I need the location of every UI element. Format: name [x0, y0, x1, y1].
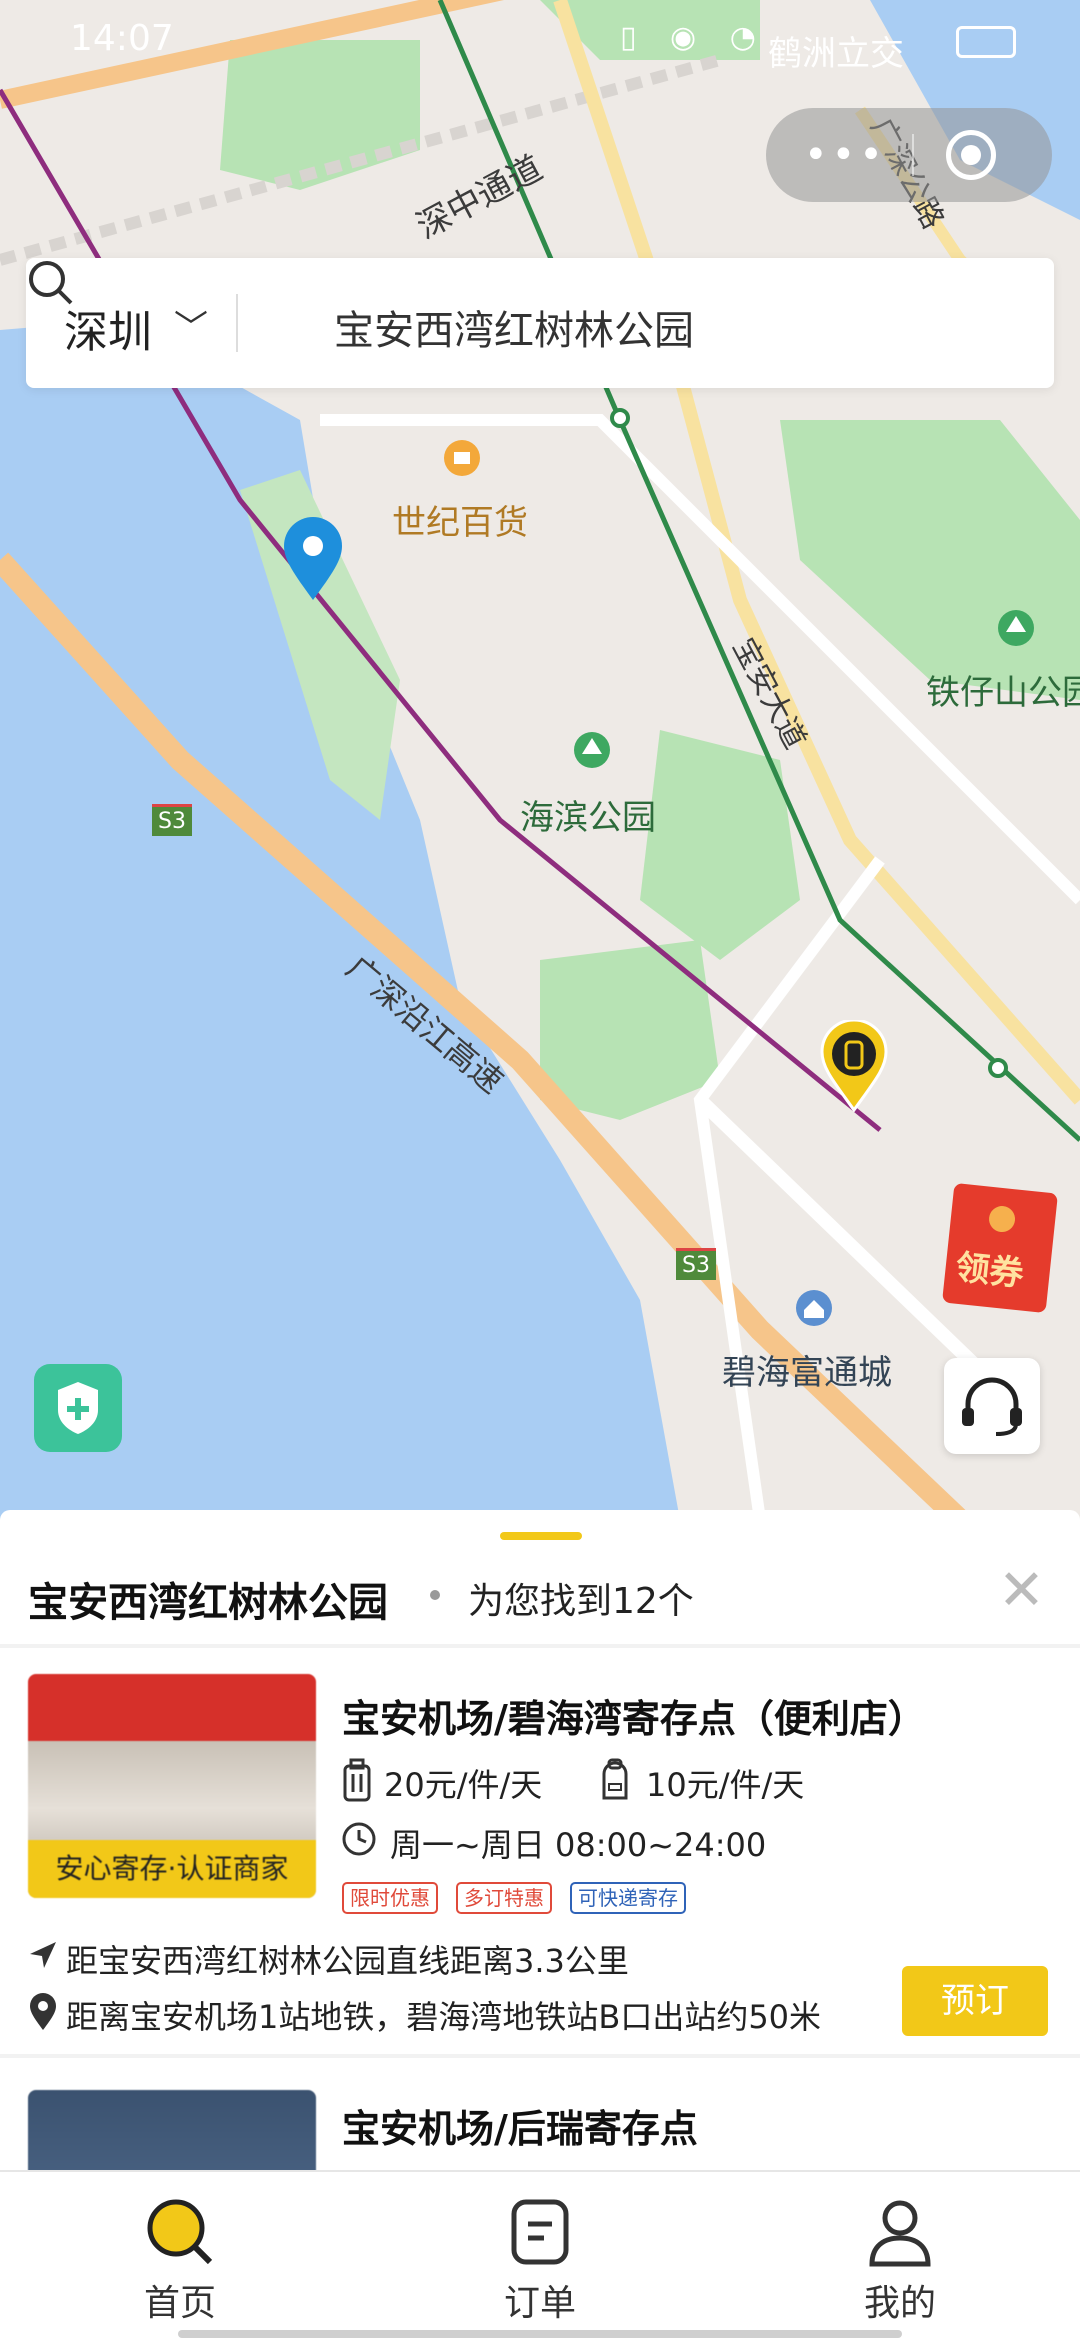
- chevron-down-icon[interactable]: ﹀: [174, 300, 208, 349]
- coupon-label: 领券: [953, 1247, 1026, 1295]
- map-label-tiezaishan: 铁仔山公园: [926, 673, 1080, 713]
- book-button[interactable]: 预订: [902, 1966, 1048, 2036]
- opening-hours: 周一~周日 08:00~24:00: [390, 1826, 767, 1864]
- close-icon[interactable]: ✕: [998, 1558, 1045, 1623]
- coupon-button[interactable]: 领券: [942, 1182, 1058, 1314]
- store-title: 宝安机场/碧海湾寄存点（便利店）: [342, 1697, 926, 1741]
- more-icon[interactable]: •••: [804, 132, 887, 178]
- signal-icons: ▯ ◉ ◔: [620, 20, 768, 55]
- profile-icon: [869, 2200, 931, 2267]
- results-count: 为您找到12个: [468, 1581, 694, 1622]
- shield-icon: [58, 1382, 98, 1434]
- bottom-tab-bar: 首页 订单 我的: [0, 2170, 1080, 2342]
- map-label-shiji: 世纪百货: [392, 503, 528, 543]
- store-photo: [28, 2090, 316, 2170]
- results-dot: [430, 1590, 440, 1600]
- close-miniprogram-icon[interactable]: [946, 130, 996, 180]
- map-shield-s3: S3: [676, 1248, 716, 1280]
- promo-tag: 限时优惠: [342, 1882, 438, 1914]
- promo-tag: 可快递寄存: [570, 1882, 686, 1914]
- search-divider: [236, 294, 238, 352]
- miniprogram-capsule: •••: [766, 108, 1052, 202]
- sheet-drag-handle[interactable]: [500, 1532, 582, 1540]
- tab-label: 订单: [503, 2283, 576, 2324]
- storage-card[interactable]: 安心寄存·认证商家 宝安机场/碧海湾寄存点（便利店） 20元/件/天 10元/件…: [0, 1648, 1080, 2068]
- tab-home[interactable]: 首页: [0, 2172, 360, 2342]
- search-icon: [29, 261, 73, 305]
- map-label-haibin: 海滨公园: [520, 798, 656, 838]
- storage-point-marker-icon[interactable]: [818, 1020, 890, 1112]
- map-label-bihai: 碧海富通城: [722, 1353, 892, 1393]
- tab-label: 我的: [863, 2283, 936, 2324]
- location-pin-icon[interactable]: [280, 516, 346, 602]
- tab-label: 首页: [143, 2283, 216, 2324]
- tab-profile[interactable]: 我的: [720, 2172, 1080, 2342]
- metro-text: 距离宝安机场1站地铁，碧海湾地铁站B口出站约50米: [66, 1998, 822, 2036]
- shopping-icon: [444, 440, 480, 476]
- building-icon: [796, 1290, 832, 1326]
- customer-service-button[interactable]: [944, 1358, 1040, 1454]
- park-icon: [574, 732, 610, 768]
- search-input[interactable]: 宝安西湾红树林公园: [334, 298, 694, 356]
- luggage-icon: [343, 1758, 371, 1802]
- map-view[interactable]: 深中通道 广深公路 世纪百货 铁仔山公园 海滨公园 宝安大道 广深沿江高速 碧海…: [0, 0, 1080, 1520]
- order-icon: [511, 2199, 569, 2265]
- headset-icon: [962, 1377, 1022, 1436]
- search-icon: [147, 2199, 213, 2265]
- certified-badge: 安心寄存·认证商家: [28, 1840, 316, 1898]
- city-selector[interactable]: 深圳: [64, 296, 152, 360]
- backpack-icon: [602, 1758, 628, 1800]
- home-indicator: [178, 2330, 902, 2338]
- distance-text: 距宝安西湾红树林公园直线距离3.3公里: [66, 1942, 629, 1980]
- status-location-text: 鹤洲立交: [768, 34, 904, 74]
- bag-price: 10元/件/天: [646, 1766, 805, 1804]
- store-title: 宝安机场/后瑞寄存点: [342, 2107, 698, 2151]
- capsule-divider: [912, 134, 914, 176]
- map-shield-s3: S3: [152, 804, 192, 836]
- coupon-seal-icon: [987, 1204, 1017, 1234]
- results-sheet: 宝安西湾红树林公园 为您找到12个 ✕ 安心寄存·认证商家 宝安机场/碧海湾寄存…: [0, 1510, 1080, 2170]
- status-time: 14:07: [70, 18, 174, 59]
- promo-tag: 多订特惠: [456, 1882, 552, 1914]
- safety-shield-button[interactable]: [34, 1364, 122, 1452]
- battery-icon: [956, 26, 1016, 58]
- status-bar: 14:07 ▯ ◉ ◔ 鹤洲立交: [0, 0, 1080, 80]
- search-bar: 深圳 ﹀ 宝安西湾红树林公园: [26, 258, 1054, 388]
- luggage-price: 20元/件/天: [384, 1766, 543, 1804]
- storage-card[interactable]: 宝安机场/后瑞寄存点: [0, 2058, 1080, 2170]
- navigation-arrow-icon: [30, 1942, 56, 1968]
- store-photo: 安心寄存·认证商家: [28, 1674, 316, 1898]
- tab-orders[interactable]: 订单: [360, 2172, 720, 2342]
- results-title: 宝安西湾红树林公园: [28, 1580, 388, 1626]
- clock-icon: [342, 1822, 376, 1856]
- location-icon: [30, 1993, 56, 2030]
- park-icon: [998, 610, 1034, 646]
